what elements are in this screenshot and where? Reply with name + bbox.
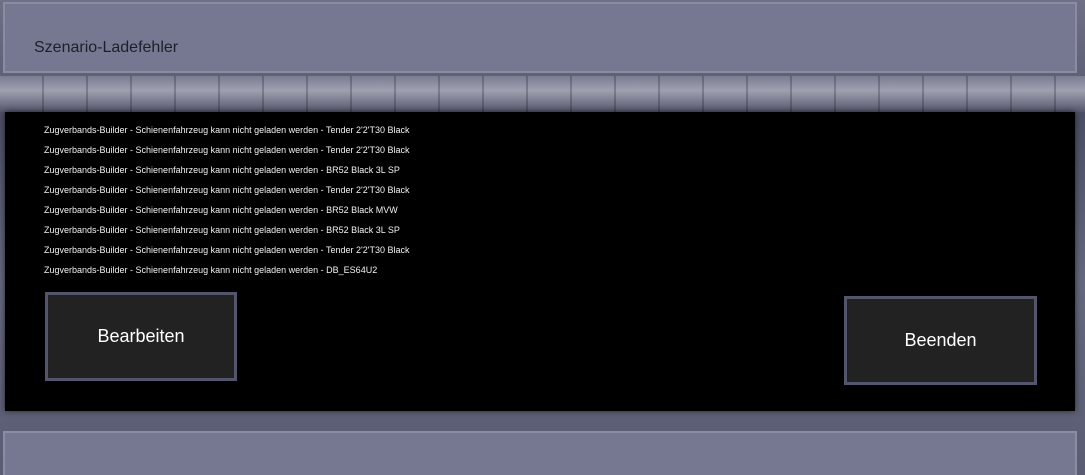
error-message: Zugverbands-Builder - Schienenfahrzeug k… [44, 125, 410, 135]
error-message: Zugverbands-Builder - Schienenfahrzeug k… [44, 145, 410, 155]
quit-button[interactable]: Beenden [844, 296, 1037, 385]
error-message: Zugverbands-Builder - Schienenfahrzeug k… [44, 205, 398, 215]
edit-button[interactable]: Bearbeiten [45, 292, 237, 381]
error-message: Zugverbands-Builder - Schienenfahrzeug k… [44, 185, 410, 195]
error-message: Zugverbands-Builder - Schienenfahrzeug k… [44, 225, 400, 235]
error-message: Zugverbands-Builder - Schienenfahrzeug k… [44, 265, 378, 275]
error-panel: Zugverbands-Builder - Schienenfahrzeug k… [5, 112, 1075, 411]
title-bar: Szenario-Ladefehler [3, 2, 1077, 73]
error-message-list: Zugverbands-Builder - Schienenfahrzeug k… [44, 120, 410, 280]
bottom-bar [3, 431, 1077, 475]
background-scenery [0, 76, 1085, 112]
error-message: Zugverbands-Builder - Schienenfahrzeug k… [44, 165, 400, 175]
error-message: Zugverbands-Builder - Schienenfahrzeug k… [44, 245, 410, 255]
dialog-title: Szenario-Ladefehler [34, 39, 179, 56]
